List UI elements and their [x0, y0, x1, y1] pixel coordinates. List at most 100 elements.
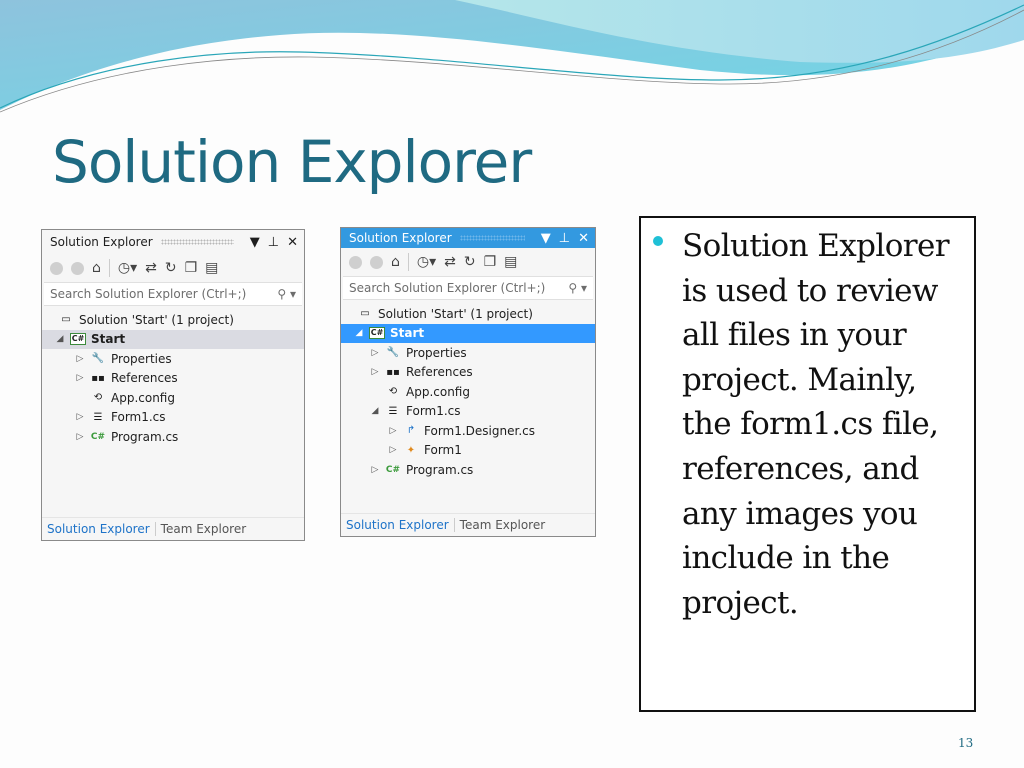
pending-changes-icon[interactable]: ◷▾: [417, 254, 436, 270]
csharp-file-icon: C#: [90, 431, 106, 442]
tree-node-project-start[interactable]: ◢ C# Start: [42, 329, 304, 349]
expander-expanded-icon[interactable]: ◢: [369, 406, 381, 416]
tree-node-references[interactable]: ▷ ▪▪ References: [42, 369, 304, 389]
tree-node-app-config[interactable]: ⟲ App.config: [341, 382, 595, 402]
search-placeholder: Search Solution Explorer (Ctrl+;): [349, 281, 546, 295]
expander-expanded-icon[interactable]: ◢: [353, 328, 365, 338]
show-all-files-icon[interactable]: ▤: [205, 260, 218, 276]
search-input[interactable]: Search Solution Explorer (Ctrl+;) ⚲ ▾: [343, 276, 593, 300]
close-icon[interactable]: ✕: [287, 235, 298, 250]
wrench-icon: 🔧: [91, 353, 105, 365]
tree-node-program-cs[interactable]: ▷ C# Program.cs: [42, 427, 304, 447]
tab-solution-explorer[interactable]: Solution Explorer: [42, 522, 156, 536]
tree-node-label: Solution 'Start' (1 project): [79, 312, 234, 327]
back-icon[interactable]: [349, 255, 362, 269]
back-icon[interactable]: [50, 261, 63, 275]
expander-collapsed-icon[interactable]: ▷: [369, 367, 381, 377]
tree-node-label: Start: [91, 332, 126, 347]
search-input[interactable]: Search Solution Explorer (Ctrl+;) ⚲ ▾: [44, 282, 302, 306]
panel-titlebar: Solution Explorer ▼ ⊥ ✕: [341, 228, 595, 248]
tree-node-solution[interactable]: ▭ Solution 'Start' (1 project): [42, 310, 304, 330]
tree-node-project-start[interactable]: ◢ C# Start: [341, 323, 595, 343]
bullet-text: Solution Explorer is used to review all …: [682, 228, 950, 621]
tree-node-references[interactable]: ▷ ▪▪ References: [341, 363, 595, 383]
show-all-files-icon[interactable]: ▤: [504, 254, 517, 270]
panel-tab-strip: Solution Explorer Team Explorer: [341, 513, 595, 536]
designer-file-icon: ↱: [406, 425, 416, 437]
search-icon[interactable]: ⚲ ▾: [568, 281, 587, 295]
description-textbox: Solution Explorer is used to review all …: [639, 216, 976, 712]
csharp-file-icon: C#: [385, 464, 401, 475]
sync-icon[interactable]: ⇄: [145, 260, 157, 276]
csharp-project-icon: C#: [69, 333, 87, 346]
forward-icon[interactable]: [71, 261, 84, 275]
tree-node-label: App.config: [406, 384, 470, 399]
expander-collapsed-icon[interactable]: ▷: [74, 354, 86, 364]
search-placeholder: Search Solution Explorer (Ctrl+;): [50, 287, 247, 301]
forward-icon[interactable]: [370, 255, 383, 269]
drag-grip[interactable]: [160, 239, 234, 245]
solution-explorer-panel-collapsed: Solution Explorer ▼ ⊥ ✕ ⌂ ◷▾ ⇄ ↻ ❐ ▤ Sea…: [41, 229, 305, 541]
tab-solution-explorer[interactable]: Solution Explorer: [341, 518, 455, 532]
panel-title: Solution Explorer: [50, 235, 153, 249]
home-icon[interactable]: ⌂: [391, 254, 400, 270]
panel-titlebar: Solution Explorer ▼ ⊥ ✕: [42, 230, 304, 254]
expander-collapsed-icon[interactable]: ▷: [369, 348, 381, 358]
pending-changes-icon[interactable]: ◷▾: [118, 260, 137, 276]
expander-collapsed-icon[interactable]: ▷: [74, 432, 86, 442]
tree-node-properties[interactable]: ▷ 🔧 Properties: [341, 343, 595, 363]
page-number: 13: [958, 736, 974, 750]
references-icon: ▪▪: [91, 372, 105, 384]
solution-icon: ▭: [360, 308, 370, 320]
solution-explorer-panel-expanded: Solution Explorer ▼ ⊥ ✕ ⌂ ◷▾ ⇄ ↻ ❐ ▤ Sea…: [340, 227, 596, 537]
toolbar-separator: [108, 259, 110, 277]
pin-icon[interactable]: ⊥: [268, 235, 279, 250]
tree-node-label: Start: [390, 326, 425, 341]
tree-node-label: Form1: [424, 443, 462, 458]
references-icon: ▪▪: [386, 366, 400, 378]
tree-node-label: Form1.cs: [406, 404, 461, 419]
expander-expanded-icon[interactable]: ◢: [54, 334, 66, 344]
form-file-icon: ☰: [93, 411, 103, 423]
tree-node-properties[interactable]: ▷ 🔧 Properties: [42, 349, 304, 369]
refresh-icon[interactable]: ↻: [464, 254, 476, 270]
form-file-icon: ☰: [388, 405, 398, 417]
tab-team-explorer[interactable]: Team Explorer: [156, 522, 252, 536]
header-wave-decoration: [0, 0, 1024, 113]
sync-icon[interactable]: ⇄: [444, 254, 456, 270]
home-icon[interactable]: ⌂: [92, 260, 101, 276]
panel-title: Solution Explorer: [349, 231, 452, 245]
class-icon: ✦: [406, 444, 416, 456]
tree-node-solution[interactable]: ▭ Solution 'Start' (1 project): [341, 304, 595, 324]
tree-node-form1-cs[interactable]: ◢ ☰ Form1.cs: [341, 402, 595, 422]
collapse-all-icon[interactable]: ❐: [185, 260, 198, 276]
csharp-project-icon: C#: [368, 327, 386, 340]
tree-node-label: Form1.Designer.cs: [424, 423, 535, 438]
panel-toolbar: ⌂ ◷▾ ⇄ ↻ ❐ ▤: [42, 254, 304, 282]
tree-node-app-config[interactable]: ⟲ App.config: [42, 388, 304, 408]
tree-node-form1-class[interactable]: ▷ ✦ Form1: [341, 441, 595, 461]
tree-node-label: References: [111, 371, 178, 386]
tree-node-form1-cs[interactable]: ▷ ☰ Form1.cs: [42, 408, 304, 428]
expander-collapsed-icon[interactable]: ▷: [387, 445, 399, 455]
close-icon[interactable]: ✕: [578, 231, 589, 246]
tab-team-explorer[interactable]: Team Explorer: [455, 518, 551, 532]
tree-node-form1-designer-cs[interactable]: ▷ ↱ Form1.Designer.cs: [341, 421, 595, 441]
collapse-all-icon[interactable]: ❐: [484, 254, 497, 270]
page-title: Solution Explorer: [52, 128, 532, 196]
expander-collapsed-icon[interactable]: ▷: [387, 426, 399, 436]
tree-node-label: Solution 'Start' (1 project): [378, 306, 533, 321]
pin-icon[interactable]: ⊥: [559, 231, 570, 246]
tree-node-label: References: [406, 365, 473, 380]
solution-tree: ▭ Solution 'Start' (1 project) ◢ C# Star…: [42, 306, 304, 447]
search-icon[interactable]: ⚲ ▾: [277, 287, 296, 301]
refresh-icon[interactable]: ↻: [165, 260, 177, 276]
expander-collapsed-icon[interactable]: ▷: [74, 373, 86, 383]
bullet-icon: [653, 236, 663, 246]
expander-collapsed-icon[interactable]: ▷: [74, 412, 86, 422]
dropdown-icon[interactable]: ▼: [250, 235, 260, 250]
expander-collapsed-icon[interactable]: ▷: [369, 465, 381, 475]
tree-node-program-cs[interactable]: ▷ C# Program.cs: [341, 460, 595, 480]
dropdown-icon[interactable]: ▼: [541, 231, 551, 246]
drag-grip[interactable]: [459, 235, 525, 241]
